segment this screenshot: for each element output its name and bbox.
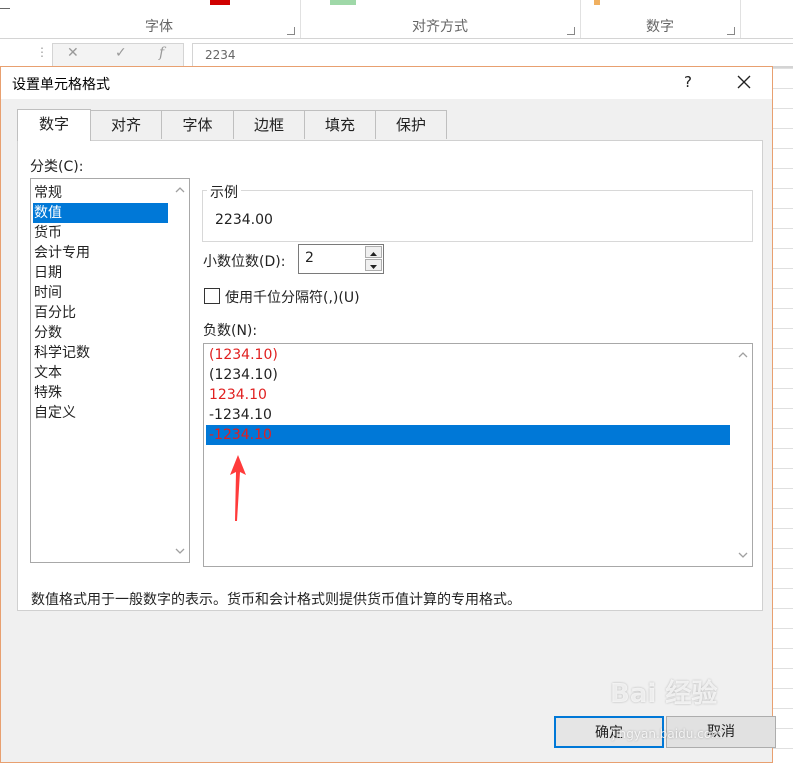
negative-numbers-label: 负数(N): — [203, 323, 258, 339]
ribbon-corner-glyph — [0, 0, 10, 9]
decimal-places-label: 小数位数(D): — [203, 254, 286, 270]
formula-input[interactable]: 2234 — [192, 43, 793, 67]
list-item[interactable]: 1234.10 — [206, 385, 267, 405]
list-item[interactable]: 特殊 — [33, 383, 62, 403]
format-cells-dialog: 设置单元格格式 ? 数字 对齐 字体 边框 填充 保护 分类(C): 常规 数值… — [0, 66, 776, 763]
ribbon-group-font: 字体 — [18, 0, 301, 38]
ribbon-group-number: 数字 — [580, 0, 741, 38]
alignment-swatch — [330, 0, 356, 5]
caret-up-icon — [370, 252, 377, 256]
ribbon-group-label: 对齐方式 — [412, 19, 468, 35]
dialog-launcher-icon[interactable] — [287, 27, 295, 35]
fx-icon[interactable]: f — [159, 45, 164, 61]
help-button[interactable]: ? — [676, 69, 700, 95]
category-label: 分类(C): — [30, 159, 84, 175]
close-icon — [737, 75, 751, 89]
list-item[interactable]: 常规 — [33, 183, 62, 203]
list-item[interactable]: 日期 — [33, 263, 62, 283]
thousands-separator-label: 使用千位分隔符(,)(U) — [225, 290, 360, 306]
scroll-up-icon[interactable] — [175, 185, 185, 195]
tab-fill[interactable]: 填充 — [304, 110, 376, 139]
number-swatch — [594, 0, 600, 5]
list-item[interactable]: (1234.10) — [206, 345, 278, 365]
negative-list-scrollbar[interactable] — [734, 344, 752, 566]
excel-ribbon: 字体 对齐方式 数字 — [0, 0, 793, 39]
scroll-down-icon[interactable] — [738, 550, 748, 560]
decimal-places-stepper[interactable]: 2 — [298, 244, 384, 274]
list-item[interactable]: -1234.10 — [206, 405, 272, 425]
tab-alignment[interactable]: 对齐 — [90, 110, 162, 139]
list-item[interactable]: 文本 — [33, 363, 62, 383]
formula-buttons: ✕ ✓ f — [52, 43, 184, 67]
list-item[interactable]: 会计专用 — [33, 243, 90, 263]
sample-value: 2234.00 — [215, 212, 273, 228]
dialog-titlebar[interactable]: 设置单元格格式 ? — [1, 67, 772, 99]
close-button[interactable] — [729, 69, 759, 95]
cancel-button[interactable]: 取消 — [666, 716, 776, 748]
thousands-separator-checkbox[interactable] — [204, 288, 220, 304]
category-scrollbar[interactable] — [171, 179, 189, 562]
format-description: 数值格式用于一般数字的表示。货币和会计格式则提供货币值计算的专用格式。 — [31, 592, 521, 608]
ribbon-group-alignment: 对齐方式 — [300, 0, 581, 38]
decrement-button[interactable] — [365, 259, 382, 271]
dialog-title: 设置单元格格式 — [12, 77, 110, 93]
negative-numbers-list[interactable]: (1234.10) (1234.10) 1234.10 -1234.10 -12… — [203, 343, 753, 567]
list-item[interactable]: 科学记数 — [33, 343, 90, 363]
formula-bar: ⋮ ✕ ✓ f 2234 — [0, 39, 793, 68]
list-item[interactable]: 时间 — [33, 283, 62, 303]
formula-value: 2234 — [205, 48, 236, 62]
decimal-places-value: 2 — [305, 250, 314, 266]
increment-button[interactable] — [365, 246, 382, 258]
tab-font[interactable]: 字体 — [161, 110, 234, 139]
dialog-launcher-icon[interactable] — [567, 27, 575, 35]
scroll-up-icon[interactable] — [738, 350, 748, 360]
tab-protection[interactable]: 保护 — [375, 110, 447, 139]
tab-border[interactable]: 边框 — [233, 110, 305, 139]
cancel-icon[interactable]: ✕ — [67, 45, 79, 61]
sample-label: 示例 — [207, 182, 241, 202]
caret-down-icon — [370, 265, 377, 269]
list-item[interactable]: 分数 — [33, 323, 62, 343]
sample-group — [202, 190, 753, 242]
dialog-launcher-icon[interactable] — [727, 27, 735, 35]
font-color-swatch — [210, 0, 230, 5]
list-item[interactable]: 自定义 — [33, 403, 76, 423]
list-item[interactable]: 数值 — [33, 203, 168, 223]
ok-button[interactable]: 确定 — [554, 716, 664, 748]
scroll-down-icon[interactable] — [175, 546, 185, 556]
list-item[interactable]: (1234.10) — [206, 365, 278, 385]
list-item[interactable]: 货币 — [33, 223, 62, 243]
category-list[interactable]: 常规 数值 货币 会计专用 日期 时间 百分比 分数 科学记数 文本 特殊 自定… — [30, 178, 190, 563]
annotation-arrow-icon — [230, 455, 246, 521]
ribbon-group-label: 数字 — [646, 19, 674, 35]
enter-icon[interactable]: ✓ — [115, 45, 127, 61]
name-box-dots-icon[interactable]: ⋮ — [36, 45, 48, 59]
list-item-selected[interactable]: -1234.10 — [206, 425, 730, 445]
tab-number[interactable]: 数字 — [17, 109, 91, 141]
ribbon-group-label: 字体 — [145, 19, 173, 35]
list-item[interactable]: 百分比 — [33, 303, 76, 323]
